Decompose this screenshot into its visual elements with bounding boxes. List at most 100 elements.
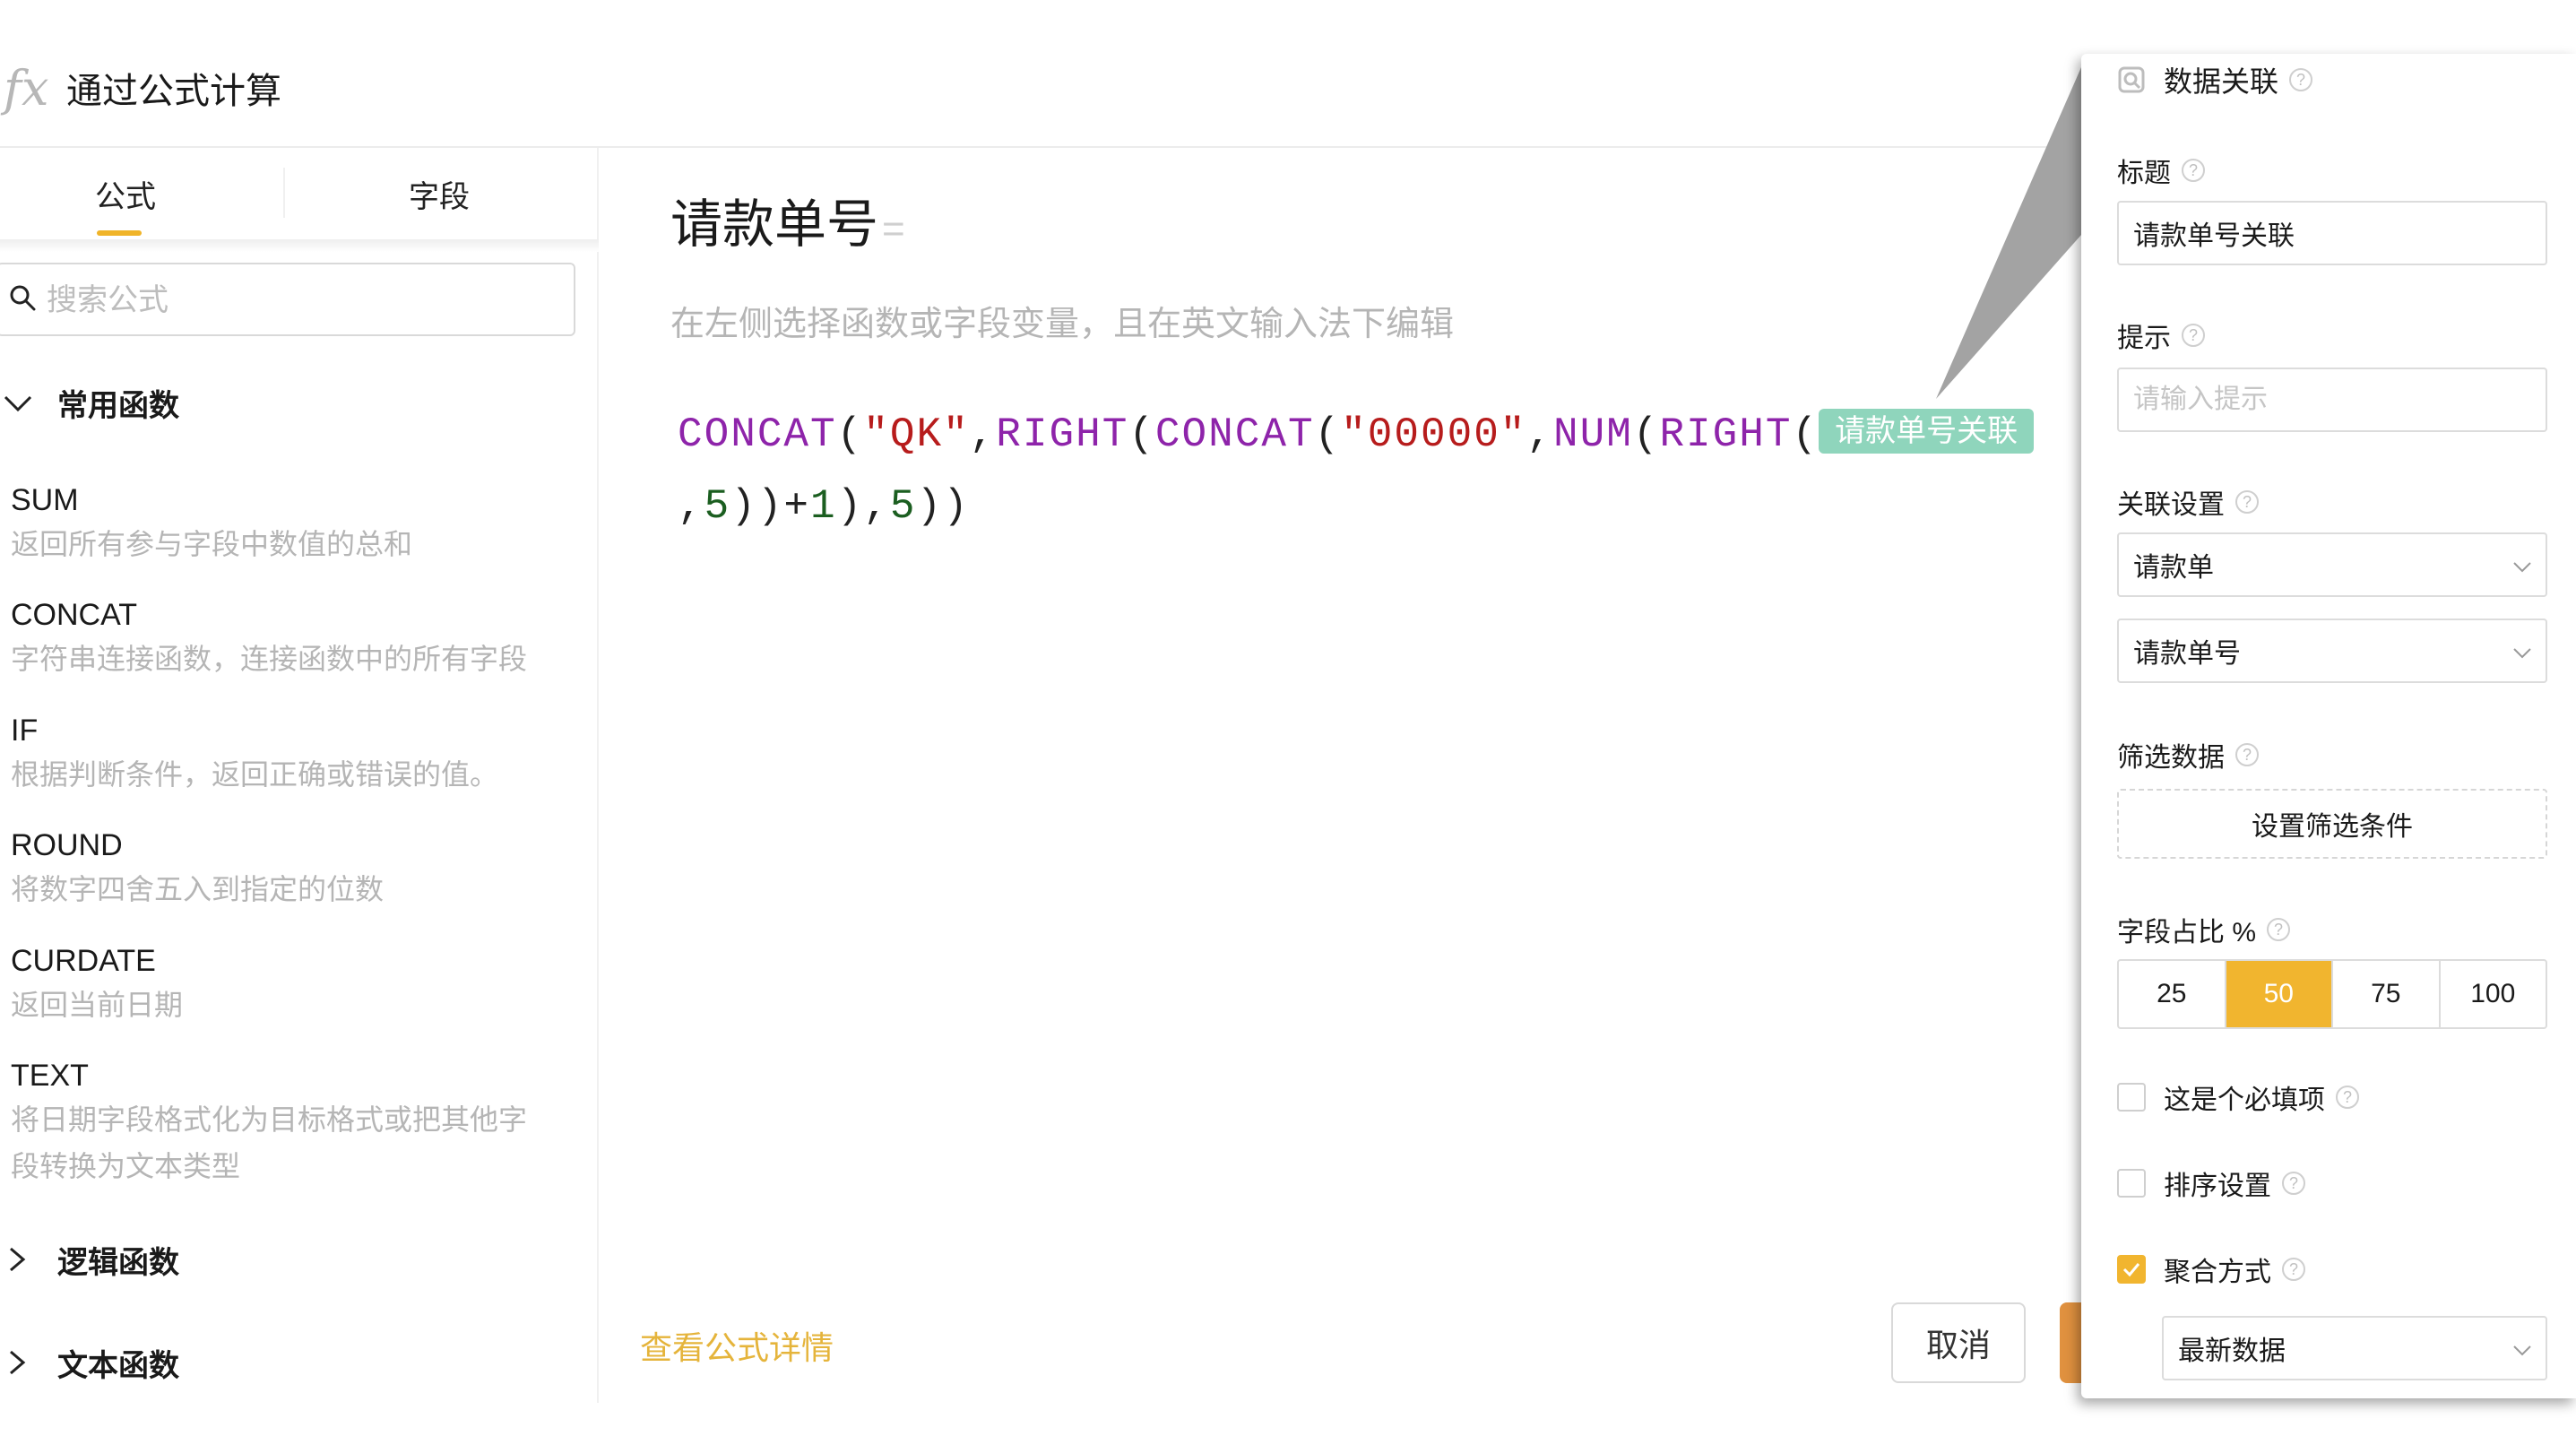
title-input[interactable] (2117, 201, 2547, 265)
data-link-settings-panel: 数据关联 ? 标题 ? 提示 ? 关联设置 ? 请款单 请款单号 筛选数据 ? … (2081, 54, 2576, 1398)
ratio-option-25[interactable]: 25 (2119, 961, 2226, 1027)
formula-details-link[interactable]: 查看公式详情 (640, 1322, 834, 1369)
formula-code-area[interactable]: CONCAT("QK",RIGHT(CONCAT("00000",NUM(RIG… (678, 399, 2058, 542)
link-settings-label: 关联设置 (2117, 490, 2225, 520)
required-checkbox-row[interactable]: 这是个必填项 ? (2117, 1077, 2359, 1117)
category-text-functions[interactable]: 文本函数 (0, 1336, 179, 1389)
function-item-if[interactable]: IF 根据判断条件，返回正确或错误的值。 (11, 710, 584, 798)
chevron-down-icon (4, 395, 32, 412)
help-icon[interactable]: ? (2336, 1086, 2359, 1109)
category-label: 逻辑函数 (57, 1245, 179, 1280)
category-logic-functions[interactable]: 逻辑函数 (0, 1233, 179, 1286)
formula-line1-token-10: NUM (1553, 411, 1633, 458)
search-input[interactable] (47, 277, 549, 324)
formula-line2-token-1: 5 (704, 483, 731, 530)
link-form-value: 请款单 (2133, 553, 2214, 583)
link-field-value: 请款单号 (2133, 639, 2241, 669)
help-icon[interactable]: ? (2235, 743, 2259, 766)
formula-dialog-header: fx 通过公式计算 (0, 0, 2079, 148)
ratio-option-100[interactable]: 100 (2441, 961, 2546, 1027)
link-form-select[interactable]: 请款单 (2117, 532, 2547, 597)
fx-icon: fx (4, 60, 49, 117)
tab-formula[interactable]: 公式 (36, 148, 215, 239)
field-ratio-segmented: 25 50 75 100 (2117, 959, 2547, 1029)
function-name: IF (11, 714, 39, 748)
help-icon[interactable]: ? (2235, 490, 2259, 514)
field-variable-chip[interactable]: 请款单号关联 (1819, 408, 2035, 454)
help-icon[interactable]: ? (2282, 1172, 2305, 1195)
aggregate-method-select[interactable]: 最新数据 (2162, 1316, 2547, 1380)
panel-header: 数据关联 ? (2117, 59, 2313, 100)
function-item-text[interactable]: TEXT 将日期字段格式化为目标格式或把其他字 段转换为文本类型 (11, 1055, 584, 1189)
function-desc: 返回所有参与字段中数值的总和 (11, 528, 413, 560)
formula-line1-token-7: ( (1314, 411, 1342, 458)
aggregate-checkbox[interactable] (2117, 1255, 2146, 1284)
function-desc-continued: 段转换为文本类型 (11, 1150, 241, 1182)
sort-checkbox-row[interactable]: 排序设置 ? (2117, 1164, 2305, 1203)
tab-fields[interactable]: 字段 (350, 148, 529, 239)
help-icon[interactable]: ? (2182, 159, 2205, 182)
formula-line1-token-9: , (1526, 411, 1554, 458)
chevron-down-icon (2513, 648, 2531, 659)
field-title: 请款单号= (670, 182, 905, 257)
sort-checkbox[interactable] (2117, 1169, 2146, 1198)
help-icon[interactable]: ? (2182, 324, 2205, 347)
aggregate-label: 聚合方式 (2164, 1258, 2271, 1287)
function-item-round[interactable]: ROUND 将数字四舍五入到指定的位数 (11, 825, 584, 913)
function-desc: 返回当前日期 (11, 989, 184, 1021)
sort-label: 排序设置 (2164, 1172, 2271, 1201)
panel-header-title: 数据关联 (2164, 65, 2279, 98)
function-name: SUM (11, 483, 79, 517)
function-name: CURDATE (11, 944, 156, 978)
cancel-button[interactable]: 取消 (1891, 1302, 2026, 1383)
set-filter-button[interactable]: 设置筛选条件 (2117, 789, 2547, 859)
title-label: 标题 (2117, 159, 2171, 188)
category-label: 文本函数 (57, 1348, 179, 1383)
ratio-label-row: 字段占比 % ? (2117, 910, 2291, 949)
required-label: 这是个必填项 (2164, 1086, 2325, 1115)
category-common-functions[interactable]: 常用函数 (0, 376, 179, 429)
help-icon[interactable]: ? (2282, 1258, 2305, 1281)
aggregate-checkbox-row[interactable]: 聚合方式 ? (2117, 1250, 2305, 1289)
formula-line1-token-4: RIGHT (996, 411, 1129, 458)
formula-line1-token-12: RIGHT (1659, 411, 1793, 458)
formula-line1-token-13: ( (1792, 411, 1820, 458)
function-desc: 将数字四舍五入到指定的位数 (11, 873, 385, 905)
function-item-sum[interactable]: SUM 返回所有参与字段中数值的总和 (11, 480, 584, 567)
function-item-concat[interactable]: CONCAT 字符串连接函数，连接函数中的所有字段 (11, 594, 584, 682)
formula-line1-token-6: CONCAT (1154, 411, 1315, 458)
required-checkbox[interactable] (2117, 1083, 2146, 1112)
help-icon[interactable]: ? (2267, 918, 2291, 941)
help-icon[interactable]: ? (2289, 68, 2313, 91)
formula-editor: 请款单号= 在左侧选择函数或字段变量，且在英文输入法下编辑 CONCAT("QK… (601, 148, 2096, 1403)
hint-input[interactable] (2117, 368, 2547, 432)
active-tab-indicator (97, 230, 142, 236)
formula-line-1: CONCAT("QK",RIGHT(CONCAT("00000",NUM(RIG… (678, 399, 2058, 471)
chevron-right-icon (10, 1247, 26, 1272)
title-label-row: 标题 ? (2117, 151, 2205, 190)
function-desc: 将日期字段格式化为目标格式或把其他字 (11, 1103, 528, 1136)
function-desc: 根据判断条件，返回正确或错误的值。 (11, 758, 499, 791)
equals-sign: = (882, 207, 905, 251)
data-link-icon (2118, 66, 2145, 93)
formula-line1-token-0: CONCAT (678, 411, 837, 458)
link-settings-label-row: 关联设置 ? (2117, 482, 2259, 522)
link-field-select[interactable]: 请款单号 (2117, 619, 2547, 683)
category-label: 常用函数 (57, 388, 179, 423)
formula-line2-token-2: ))+ (730, 483, 811, 530)
filter-label: 筛选数据 (2117, 743, 2225, 773)
check-icon (2122, 1263, 2140, 1277)
formula-line2-token-3: 1 (810, 483, 837, 530)
formula-search-box (0, 263, 575, 336)
hint-label-row: 提示 ? (2117, 316, 2205, 355)
tab-divider (283, 168, 285, 218)
field-title-text: 请款单号 (670, 195, 879, 254)
function-desc: 字符串连接函数，连接函数中的所有字段 (11, 643, 528, 675)
ratio-option-50[interactable]: 50 (2226, 961, 2333, 1027)
function-name: TEXT (11, 1059, 89, 1093)
formula-line2-token-0: , (678, 483, 705, 530)
ratio-option-75[interactable]: 75 (2333, 961, 2441, 1027)
formula-line1-token-2: "QK" (863, 411, 970, 458)
function-item-curdate[interactable]: CURDATE 返回当前日期 (11, 940, 584, 1028)
hint-label: 提示 (2117, 324, 2171, 353)
